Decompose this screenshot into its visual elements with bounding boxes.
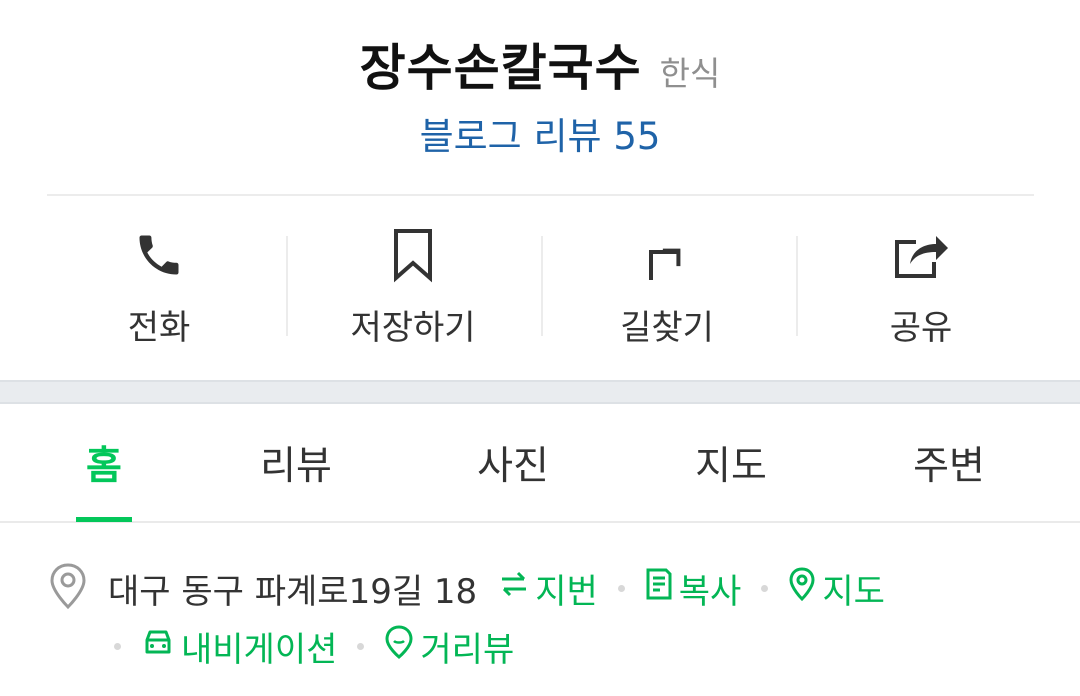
directions-button[interactable]: 길찾기 bbox=[540, 214, 794, 354]
blog-review-link[interactable]: 블로그 리뷰 55 bbox=[0, 106, 1080, 160]
save-label: 저장하기 bbox=[350, 308, 476, 348]
copy-link[interactable]: 복사 bbox=[645, 564, 742, 613]
car-icon bbox=[141, 626, 175, 667]
call-button[interactable]: 전화 bbox=[32, 214, 286, 354]
copy-icon bbox=[645, 567, 673, 610]
street-view-pin-icon bbox=[384, 624, 414, 668]
directions-label: 길찾기 bbox=[620, 308, 714, 348]
map-link[interactable]: 지도 bbox=[788, 564, 885, 613]
tab-reviews[interactable]: 리뷰 bbox=[188, 404, 404, 521]
active-tab-indicator bbox=[76, 517, 132, 522]
tab-nearby[interactable]: 주변 bbox=[841, 404, 1057, 521]
tab-photos[interactable]: 사진 bbox=[405, 404, 621, 521]
action-separator bbox=[541, 236, 543, 336]
swap-icon bbox=[499, 568, 529, 608]
copy-label: 복사 bbox=[678, 571, 742, 612]
address-row: 대구 동구 파계로19길 18 지번 복사 지도 bbox=[48, 560, 885, 616]
section-gap bbox=[0, 380, 1080, 404]
header-divider bbox=[47, 194, 1034, 196]
separator-dot bbox=[617, 584, 625, 592]
action-bar: 전화 저장하기 길찾기 공유 bbox=[32, 214, 1048, 354]
separator-dot bbox=[114, 642, 121, 650]
address-row-2: 내비게이션 거리뷰 bbox=[114, 618, 514, 674]
map-pin-icon bbox=[788, 566, 816, 610]
lot-number-link[interactable]: 지번 bbox=[499, 564, 598, 613]
street-view-label: 거리뷰 bbox=[420, 629, 515, 670]
address-text: 대구 동구 파계로19길 18 bbox=[108, 571, 478, 612]
lot-number-label: 지번 bbox=[535, 571, 598, 612]
place-name: 장수손칼국수 bbox=[359, 39, 642, 97]
navigation-link[interactable]: 내비게이션 bbox=[141, 622, 337, 671]
share-label: 공유 bbox=[889, 308, 953, 348]
location-pin-icon bbox=[48, 562, 88, 614]
street-view-link[interactable]: 거리뷰 bbox=[384, 622, 514, 671]
action-separator bbox=[286, 236, 288, 336]
tab-map[interactable]: 지도 bbox=[623, 404, 839, 521]
tab-home[interactable]: 홈 bbox=[0, 404, 212, 521]
call-label: 전화 bbox=[127, 308, 191, 348]
map-label: 지도 bbox=[822, 571, 885, 612]
tab-bar: 홈 리뷰 사진 지도 주변 bbox=[0, 404, 1080, 521]
save-button[interactable]: 저장하기 bbox=[286, 214, 540, 354]
navigation-label: 내비게이션 bbox=[181, 629, 338, 670]
tab-bar-border bbox=[0, 521, 1080, 523]
bookmark-icon bbox=[391, 226, 435, 284]
place-header: 장수손칼국수 한식 블로그 리뷰 55 bbox=[0, 0, 1080, 195]
place-category: 한식 bbox=[659, 54, 721, 93]
title-row: 장수손칼국수 한식 bbox=[0, 28, 1080, 100]
directions-icon bbox=[643, 226, 691, 284]
share-icon bbox=[892, 226, 950, 284]
action-separator bbox=[796, 236, 798, 336]
separator-dot bbox=[357, 642, 365, 650]
share-button[interactable]: 공유 bbox=[794, 214, 1048, 354]
separator-dot bbox=[761, 584, 769, 592]
phone-icon bbox=[133, 226, 185, 284]
